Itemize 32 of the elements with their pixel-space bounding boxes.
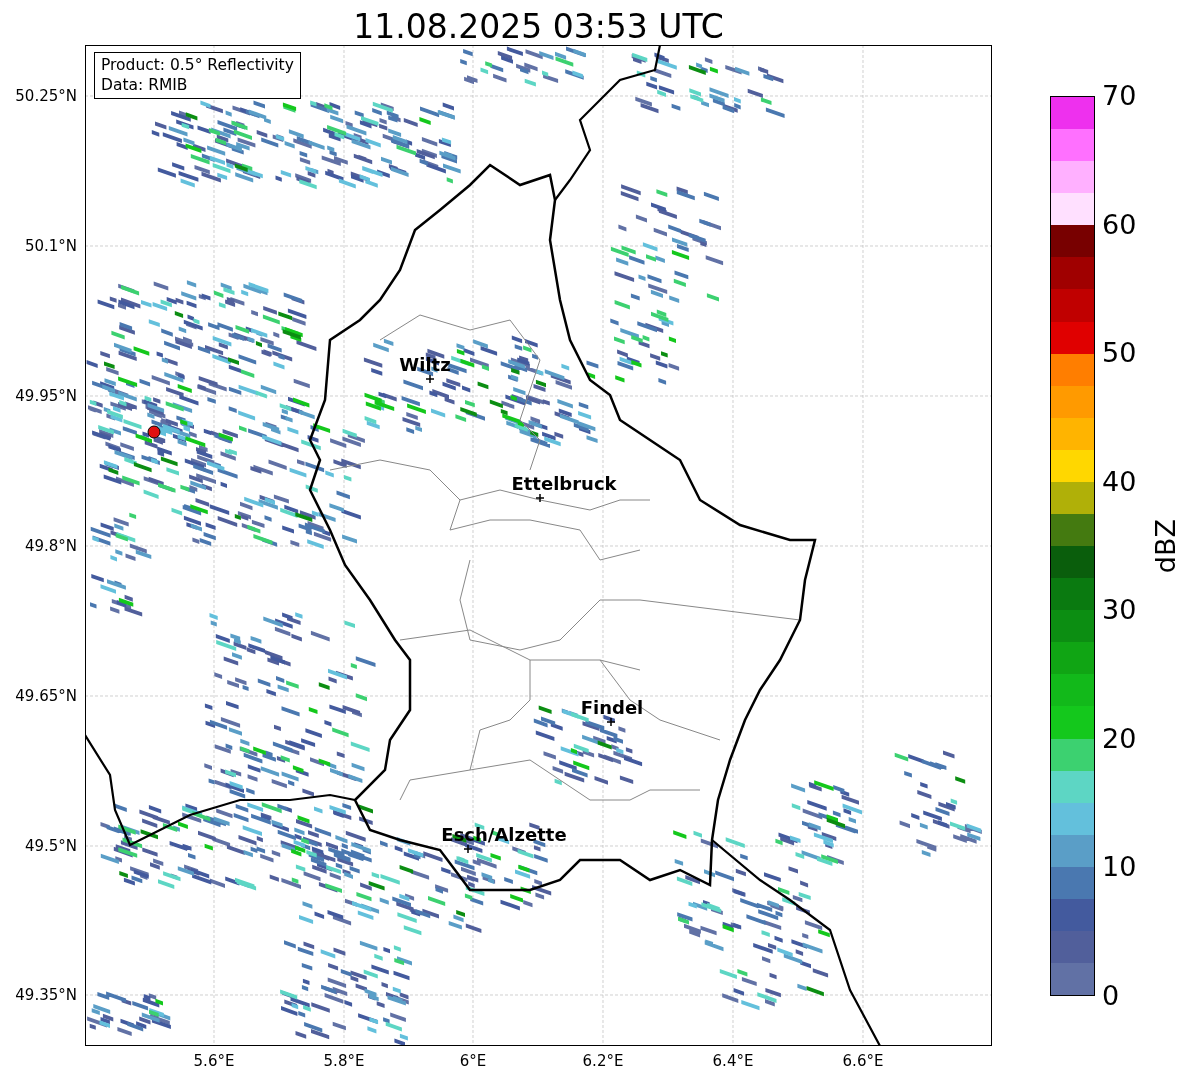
axis-tick-label: 6°E — [459, 1052, 487, 1070]
colorbar-tick-label: 20 — [1101, 723, 1137, 754]
colorbar-tick-label: 10 — [1101, 852, 1137, 883]
colorbar-tick-label: 0 — [1101, 980, 1121, 1011]
colorbar-tick-label: 30 — [1101, 595, 1137, 626]
axis-tick-label: 49.5°N — [24, 837, 77, 855]
axis-tick-label: 49.65°N — [15, 687, 77, 705]
axis-tick-label: 49.95°N — [15, 387, 77, 405]
colorbar-tick-label: 70 — [1101, 81, 1137, 111]
city-marker-icon — [536, 494, 544, 502]
city-label: Ettelbruck — [511, 475, 617, 493]
axis-tick-label: 6.4°E — [712, 1052, 754, 1070]
axis-tick-label: 49.35°N — [15, 986, 77, 1004]
colorbar-tick-label: 50 — [1101, 338, 1137, 369]
axis-tick-label: 50.25°N — [15, 87, 77, 105]
colorbar-tick-label: 60 — [1101, 209, 1137, 240]
info-text: Product: 0.5° Reflectivity — [101, 55, 294, 75]
city-marker-icon — [426, 375, 434, 383]
axis-tick-label: 6.2°E — [582, 1052, 624, 1070]
axis-tick-label: 50.1°N — [24, 237, 77, 255]
info-text: Data: RMIB — [101, 75, 189, 95]
axis-tick-label: 5.6°E — [193, 1052, 235, 1070]
city-marker-icon — [464, 845, 472, 853]
city-label: Findel — [580, 699, 644, 717]
axis-tick-label: 6.6°E — [842, 1052, 884, 1070]
radar-site-icon — [147, 425, 161, 439]
city-marker-icon — [607, 718, 615, 726]
colorbar-tick-label: 40 — [1101, 466, 1137, 497]
axis-tick-label: 5.8°E — [323, 1052, 365, 1070]
colorbar-label: dBZ — [1150, 518, 1183, 574]
chart-title: 11.08.2025 03:53 UTC — [353, 10, 724, 43]
axis-tick-label: 49.8°N — [24, 537, 77, 555]
